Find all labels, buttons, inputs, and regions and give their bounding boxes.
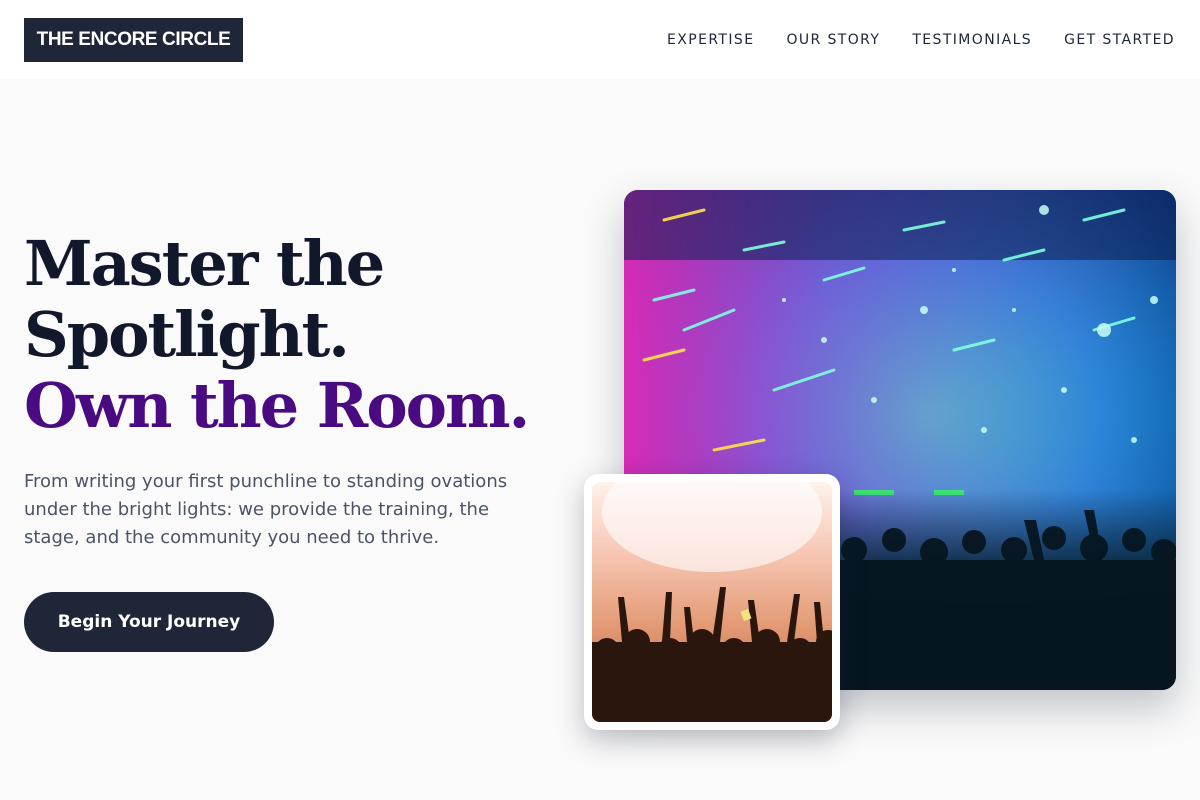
site-logo[interactable]: THE ENCORE CIRCLE	[24, 18, 243, 62]
nav-testimonials[interactable]: TESTIMONIALS	[912, 32, 1032, 48]
site-header: THE ENCORE CIRCLE EXPERTISE OUR STORY TE…	[0, 0, 1200, 79]
nav-our-story[interactable]: OUR STORY	[786, 32, 880, 48]
headline-accent-line: Own the Room.	[24, 369, 530, 442]
headline-line-1: Master the	[24, 227, 385, 300]
nav-get-started[interactable]: GET STARTED	[1064, 32, 1175, 48]
crowd-photo-card	[584, 474, 840, 730]
hero-subtitle: From writing your first punchline to sta…	[24, 471, 508, 548]
hero-headline: Master the Spotlight. Own the Room.	[24, 228, 584, 441]
main-nav: EXPERTISE OUR STORY TESTIMONIALS GET STA…	[667, 29, 1175, 51]
crowd-photo	[592, 482, 832, 722]
nav-expertise[interactable]: EXPERTISE	[667, 32, 754, 48]
begin-journey-button[interactable]: Begin Your Journey	[24, 592, 274, 652]
headline-line-2: Spotlight.	[24, 298, 350, 371]
